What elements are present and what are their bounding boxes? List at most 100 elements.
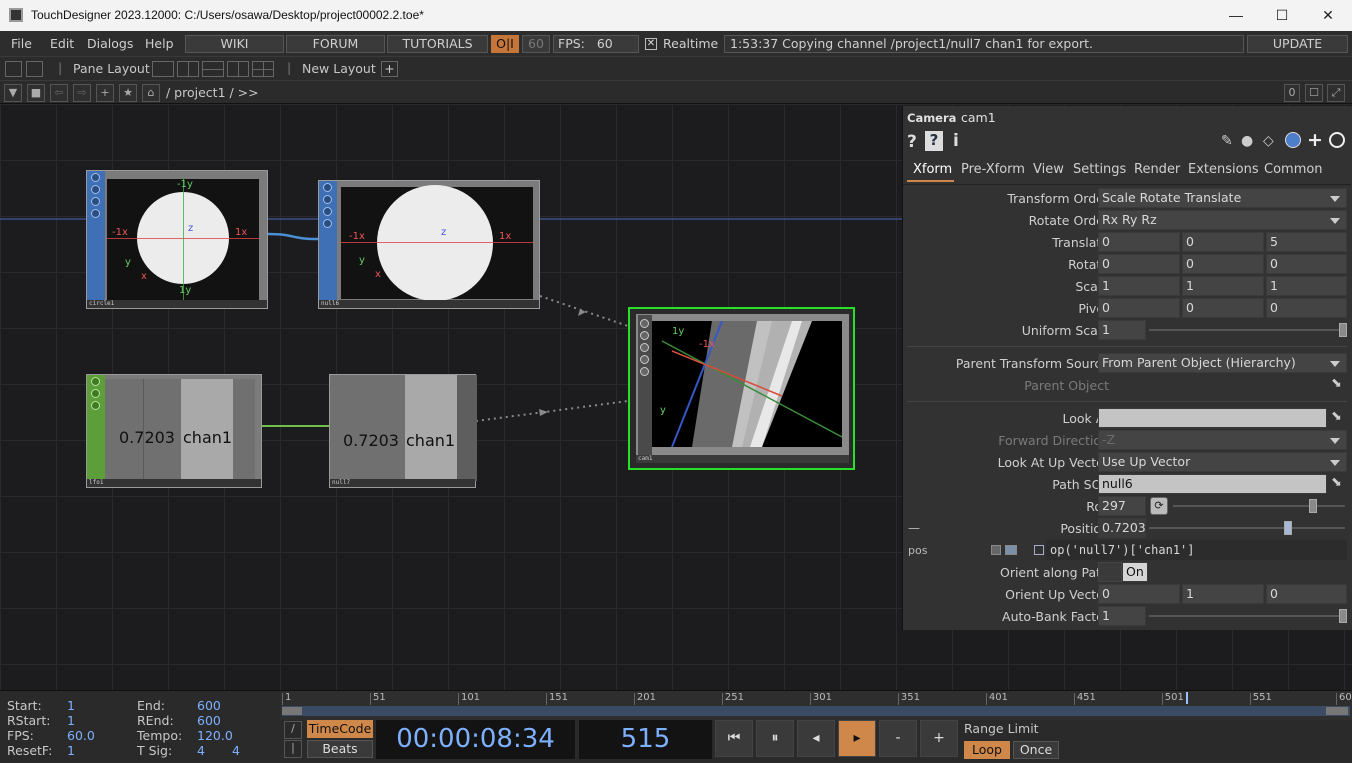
beats-button[interactable]: Beats [307,740,373,758]
back-icon[interactable]: ⇦ [50,84,68,102]
viewer-active-icon[interactable] [91,377,100,386]
once-button[interactable]: Once [1013,741,1059,759]
transform-order-menu[interactable]: Scale Rotate Translate [1098,188,1347,208]
uniform-scale-knob[interactable] [1339,323,1347,337]
bypass-icon[interactable] [91,185,100,194]
go-to-start-icon[interactable]: ⏮ [715,720,753,757]
position-expression-field[interactable]: op('null7')['chan1'] [1046,540,1347,560]
new-layout-button[interactable]: + [381,61,398,77]
clone-flag-icon[interactable] [640,367,649,376]
layout-tri-icon[interactable] [227,61,249,77]
tab-render[interactable]: Render [1134,162,1180,177]
timecode-button[interactable]: TimeCode [307,720,373,738]
display-flag-icon[interactable] [640,343,649,352]
orient-along-path-toggle[interactable]: On [1122,562,1148,582]
node-name[interactable]: cam1 [636,455,849,463]
network-path[interactable]: / project1 / >> [166,85,259,100]
menu-dialogs[interactable]: Dialogs [87,36,133,51]
star-icon[interactable]: ★ [119,84,137,102]
export-mode-icon[interactable] [1005,545,1017,555]
position-knob[interactable] [1284,521,1293,535]
timeline-range-bar[interactable] [282,706,1350,716]
node-null6[interactable]: -1x 1x z y x null6 [318,180,540,309]
rotate-x-field[interactable]: 0 [1098,254,1180,274]
forum-button[interactable]: FORUM [286,35,385,53]
op-name[interactable]: cam1 [961,110,996,125]
parent-transform-source-menu[interactable]: From Parent Object (Hierarchy) [1098,353,1347,373]
tab-common[interactable]: Common [1264,162,1323,177]
python-icon[interactable] [1285,132,1301,148]
rstart-value[interactable]: 1 [67,713,75,728]
look-at-up-vector-menu[interactable]: Use Up Vector [1098,452,1347,472]
timecode-display[interactable]: 00:00:08:34 [376,720,575,759]
viewer-active-icon[interactable] [91,173,100,182]
scale-z-field[interactable]: 1 [1266,276,1347,296]
clear-icon[interactable]: ◇ [1263,133,1274,149]
bypass-icon[interactable] [640,331,649,340]
constant-mode-icon[interactable] [991,545,1001,555]
tab-xform[interactable]: Xform [913,162,952,177]
update-button[interactable]: UPDATE [1247,35,1348,53]
tsig-numerator[interactable]: 4 [197,743,205,758]
auto-bank-field[interactable]: 1 [1098,606,1146,626]
arrow-pick-icon[interactable]: ⬊ [1331,475,1342,490]
knob-icon[interactable]: ⟳ [1150,497,1168,515]
tutorials-button[interactable]: TUTORIALS [387,35,488,53]
orient-up-z-field[interactable]: 0 [1266,584,1347,604]
fps-value[interactable]: 60.0 [67,728,95,743]
node-name[interactable]: circle1 [87,300,267,308]
tempo-value[interactable]: 120.0 [197,728,233,743]
node-cam1[interactable]: 1y -1x y cam1 [628,307,855,470]
menu-help[interactable]: Help [145,36,174,51]
network-icon[interactable] [5,61,22,77]
realtime-checkbox[interactable]: ✕ [645,38,657,50]
step-back-icon[interactable]: ◂ [797,720,835,757]
viewer-active-icon[interactable] [323,183,332,192]
look-at-field[interactable] [1098,408,1327,428]
auto-bank-slider[interactable] [1149,615,1345,617]
orient-up-y-field[interactable]: 1 [1182,584,1264,604]
viewer-active-icon[interactable] [640,319,649,328]
pane-icon[interactable]: ☐ [1305,84,1323,102]
maximize-button[interactable]: ☐ [1259,0,1305,31]
arrow-pick-icon[interactable]: ⬊ [1331,376,1342,391]
bypass-icon[interactable] [91,389,100,398]
display-flag-icon[interactable] [323,207,332,216]
menu-file[interactable]: File [11,36,32,51]
increment-icon[interactable]: + [920,720,958,757]
uniform-scale-slider[interactable] [1149,329,1345,331]
layout-single-icon[interactable] [152,61,174,77]
roll-knob[interactable] [1309,499,1317,513]
tsig-denominator[interactable]: 4 [232,743,240,758]
end-value[interactable]: 600 [197,698,221,713]
bar-icon[interactable]: | [284,740,302,758]
position-slider[interactable] [1149,527,1345,529]
collapse-icon[interactable]: — [908,521,920,535]
path-sop-field[interactable]: null6 [1098,474,1327,494]
scale-y-field[interactable]: 1 [1182,276,1264,296]
display-flag-icon[interactable] [91,401,100,410]
render-flag-icon[interactable] [640,355,649,364]
resetf-value[interactable]: 1 [67,743,75,758]
toggle-off-side[interactable] [1098,562,1122,582]
pivot-z-field[interactable]: 0 [1266,298,1347,318]
rend-value[interactable]: 600 [197,713,221,728]
translate-x-field[interactable]: 0 [1098,232,1180,252]
translate-y-field[interactable]: 0 [1182,232,1264,252]
pencil-icon[interactable]: ✎ [1221,133,1233,149]
info-icon[interactable]: i [953,131,959,151]
position-field[interactable]: 0.7203 [1098,518,1146,538]
pivot-y-field[interactable]: 0 [1182,298,1264,318]
stop-icon[interactable]: ■ [27,84,45,102]
render-flag-icon[interactable] [323,219,332,228]
perform-mode-button[interactable]: O|I [491,35,519,53]
fps-cap-field[interactable]: 60 [522,35,550,53]
roll-field[interactable]: 297 [1098,496,1146,516]
bypass-icon[interactable] [323,195,332,204]
playhead[interactable] [1186,692,1189,704]
rotate-order-menu[interactable]: Rx Ry Rz [1098,210,1347,230]
roll-slider[interactable] [1173,505,1345,507]
forward-direction-menu[interactable]: -Z [1098,430,1347,450]
tab-settings[interactable]: Settings [1073,162,1126,177]
tab-view[interactable]: View [1033,162,1064,177]
